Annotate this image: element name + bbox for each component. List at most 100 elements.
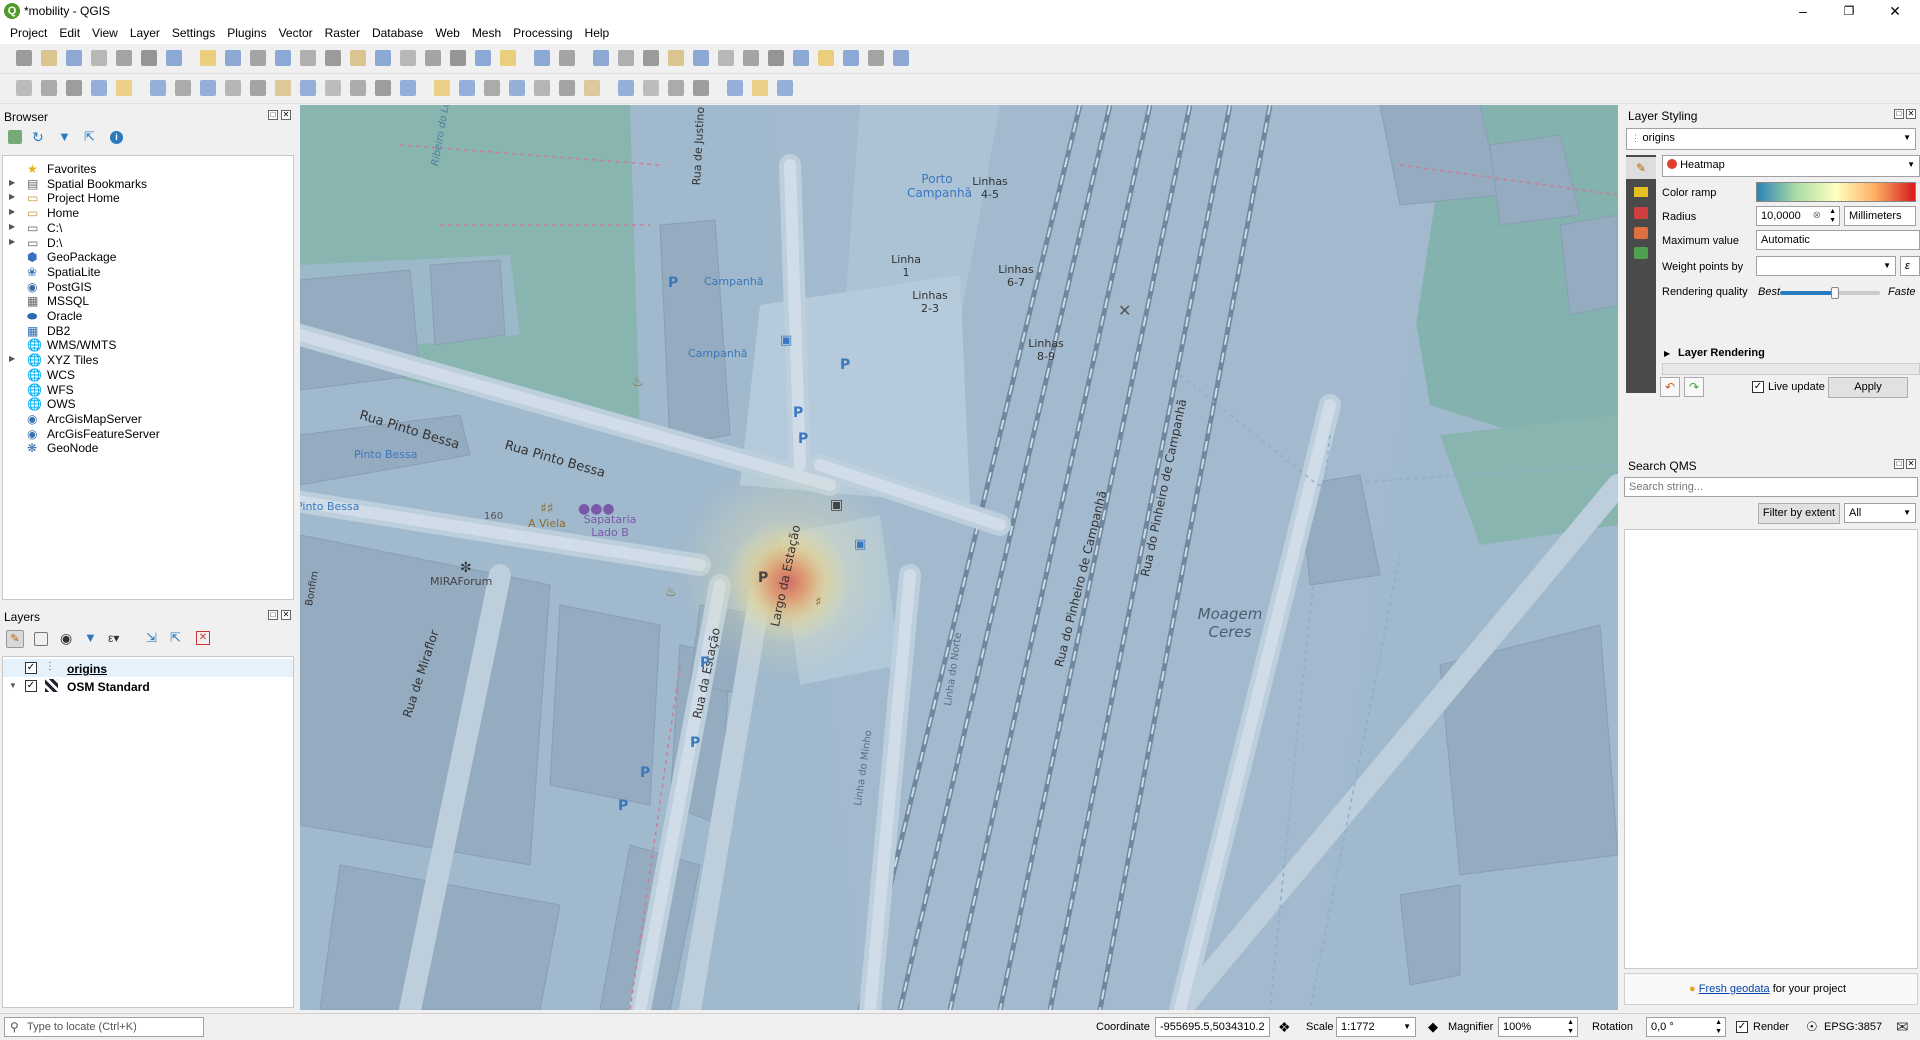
paste-features-icon[interactable]: [350, 80, 366, 96]
spinner-icon[interactable]: ▲ ▼: [1715, 1018, 1722, 1036]
digitize-icon[interactable]: [225, 80, 241, 96]
vertex-tool-icon[interactable]: [250, 80, 266, 96]
magnifier-field[interactable]: 100% ▲ ▼: [1498, 1017, 1578, 1037]
close-panel-button[interactable]: ✕: [1906, 459, 1916, 469]
highlight-labels-icon[interactable]: [559, 80, 575, 96]
spinner-icon[interactable]: ▲ ▼: [1829, 207, 1836, 225]
redo-icon[interactable]: [400, 80, 416, 96]
new-print-layout-icon[interactable]: [116, 50, 132, 66]
identify-icon[interactable]: [593, 50, 609, 66]
menu-web[interactable]: Web: [429, 22, 465, 44]
redo-icon[interactable]: ↷: [1684, 377, 1704, 397]
layer-rendering-section[interactable]: Layer Rendering: [1678, 347, 1765, 359]
crs-globe-icon[interactable]: ☉: [1806, 1019, 1818, 1035]
select-value-icon[interactable]: [668, 50, 684, 66]
zoom-full-icon[interactable]: [300, 50, 316, 66]
layer-select[interactable]: ⋮ origins ▼: [1626, 128, 1916, 150]
expand-arrow-icon[interactable]: ▶: [9, 192, 15, 201]
new-3d-view-icon[interactable]: [475, 50, 491, 66]
3d-tab-icon[interactable]: [1634, 207, 1648, 219]
refresh-icon[interactable]: [559, 50, 575, 66]
filter-by-extent-button[interactable]: Filter by extent: [1758, 503, 1840, 524]
info-icon[interactable]: i: [110, 131, 123, 144]
statistics-icon[interactable]: [793, 50, 809, 66]
close-button[interactable]: ✕: [1872, 0, 1918, 22]
help-icon[interactable]: [777, 80, 793, 96]
qms-search-input[interactable]: [1624, 477, 1918, 497]
scale-field[interactable]: 1:1772 ▼: [1336, 1017, 1416, 1037]
layer-row-origins[interactable]: ✓ ⋮ origins: [3, 659, 293, 677]
fresh-geodata-link[interactable]: Fresh geodata: [1699, 983, 1770, 995]
zoom-to-layer-icon[interactable]: [350, 50, 366, 66]
refresh-icon[interactable]: ↻: [32, 130, 46, 144]
text-annotation-icon[interactable]: [893, 50, 909, 66]
select-features-icon[interactable]: [643, 50, 659, 66]
new-geopackage-layer-icon[interactable]: [41, 80, 57, 96]
crs-button[interactable]: EPSG:3857: [1824, 1021, 1882, 1033]
save-as-icon[interactable]: [91, 50, 107, 66]
layout-manager-icon[interactable]: [141, 50, 157, 66]
expand-arrow-icon[interactable]: ▶: [9, 354, 15, 363]
annotation-icon[interactable]: [843, 50, 859, 66]
expand-arrow-icon[interactable]: ▶: [9, 222, 15, 231]
diagrams-tab-icon[interactable]: [1634, 227, 1648, 239]
radius-input[interactable]: 10,0000 ⊗ ▲ ▼: [1756, 206, 1840, 226]
new-shapefile-layer-icon[interactable]: [66, 80, 82, 96]
delete-selected-icon[interactable]: [275, 80, 291, 96]
attribute-table-icon[interactable]: [718, 50, 734, 66]
layer-styling-icon[interactable]: ✎: [6, 630, 24, 648]
zoom-native-icon[interactable]: [375, 50, 391, 66]
symbology-tab-icon[interactable]: ✎: [1626, 157, 1656, 179]
menu-mesh[interactable]: Mesh: [466, 22, 507, 44]
menu-layer[interactable]: Layer: [124, 22, 166, 44]
run-action-icon[interactable]: [618, 50, 634, 66]
diagram-icon[interactable]: [618, 80, 634, 96]
add-selected-layers-icon[interactable]: [8, 130, 22, 144]
qms-filter-select[interactable]: All ▼: [1844, 503, 1916, 523]
rotate-label-icon[interactable]: [509, 80, 525, 96]
layer-visibility-checkbox[interactable]: ✓: [25, 662, 37, 674]
float-panel-button[interactable]: □: [268, 610, 278, 620]
collapse-all-icon[interactable]: ⇱: [170, 631, 184, 645]
restore-button[interactable]: ❐: [1826, 0, 1872, 22]
color-ramp-button[interactable]: [1756, 182, 1916, 202]
new-virtual-layer-icon[interactable]: [116, 80, 132, 96]
expand-all-icon[interactable]: ⇲: [146, 631, 160, 645]
toggle-editing-icon[interactable]: [175, 80, 191, 96]
menu-database[interactable]: Database: [366, 22, 429, 44]
menu-settings[interactable]: Settings: [166, 22, 221, 44]
change-label-icon[interactable]: [534, 80, 550, 96]
pan-to-selection-icon[interactable]: [225, 50, 241, 66]
new-spatialite-layer-icon[interactable]: [91, 80, 107, 96]
show-labels-icon[interactable]: [484, 80, 500, 96]
collapse-arrow-icon[interactable]: ▶: [1664, 349, 1670, 358]
map-tips-icon[interactable]: [868, 50, 884, 66]
minimize-button[interactable]: –: [1780, 0, 1826, 22]
undo-icon[interactable]: [375, 80, 391, 96]
qms-results-list[interactable]: [1624, 529, 1918, 969]
radius-unit-select[interactable]: Millimeters: [1844, 206, 1916, 226]
remove-layer-icon[interactable]: ✕: [196, 631, 210, 645]
render-checkbox[interactable]: ✓: [1736, 1021, 1748, 1033]
horizontal-scrollbar[interactable]: [1662, 363, 1920, 375]
clear-icon[interactable]: ⊗: [1813, 210, 1821, 221]
slider-handle[interactable]: [1831, 287, 1839, 299]
float-panel-button[interactable]: □: [1894, 459, 1904, 469]
measure-icon[interactable]: [818, 50, 834, 66]
new-project-icon[interactable]: [16, 50, 32, 66]
menu-view[interactable]: View: [86, 22, 124, 44]
cut-features-icon[interactable]: [300, 80, 316, 96]
menu-project[interactable]: Project: [4, 22, 53, 44]
pin-labels-icon[interactable]: [459, 80, 475, 96]
expand-arrow-icon[interactable]: ▼: [9, 681, 17, 690]
filter-expression-icon[interactable]: ε▾: [108, 631, 128, 645]
spinner-icon[interactable]: ▲ ▼: [1567, 1018, 1574, 1036]
close-panel-button[interactable]: ✕: [1906, 109, 1916, 119]
python-console-icon[interactable]: [727, 80, 743, 96]
undo-icon[interactable]: ↶: [1660, 377, 1680, 397]
zoom-in-icon[interactable]: [250, 50, 266, 66]
osm-plugin-icon[interactable]: [643, 80, 659, 96]
layer-visibility-checkbox[interactable]: ✓: [25, 680, 37, 692]
history-tab-icon[interactable]: [1634, 247, 1648, 259]
bookmark-icon[interactable]: [534, 50, 550, 66]
